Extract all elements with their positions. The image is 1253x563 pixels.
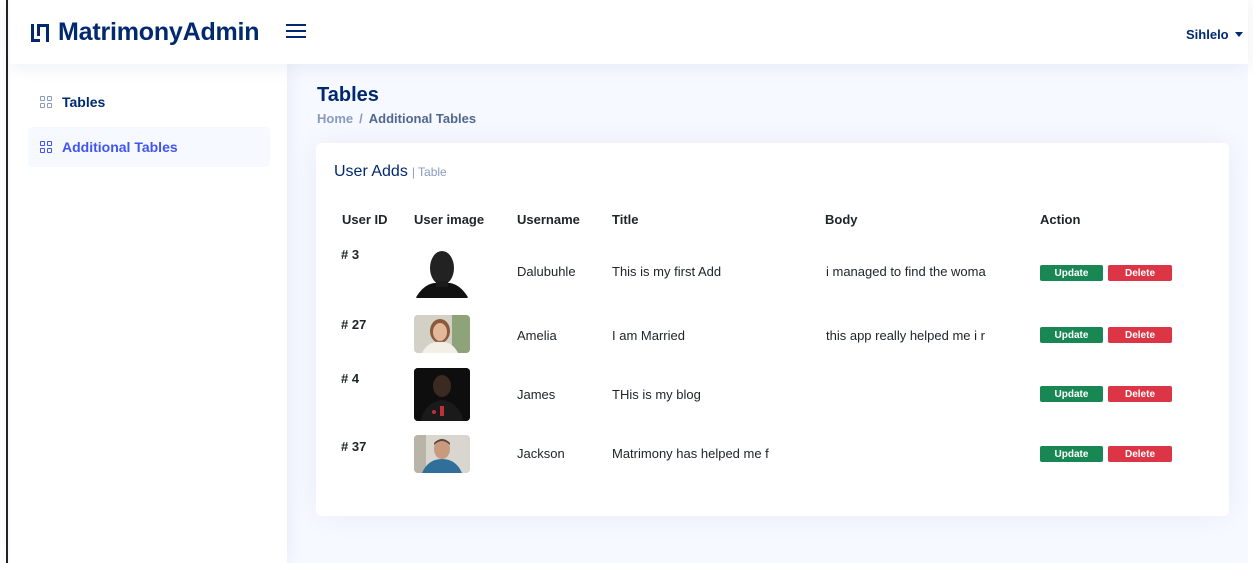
column-header-action: Action xyxy=(1040,212,1081,227)
username-cell: Jackson xyxy=(517,446,565,461)
window-edge-right xyxy=(1248,0,1253,563)
user-photo-icon xyxy=(414,245,470,298)
update-button[interactable]: Update xyxy=(1040,446,1103,462)
page-title: Tables xyxy=(317,84,379,106)
grid-icon xyxy=(40,96,52,108)
title-cell: This is my first Add xyxy=(612,264,722,279)
breadcrumb-current: Additional Tables xyxy=(368,111,477,126)
user-adds-card: User Adds | Table User ID User image Use… xyxy=(316,143,1229,516)
sidebar-item-additional-tables[interactable]: Additional Tables xyxy=(28,127,270,167)
delete-button[interactable]: Delete xyxy=(1108,386,1172,402)
column-header-body: Body xyxy=(825,212,858,227)
caret-down-icon xyxy=(1234,32,1243,37)
logo-text: MatrimonyAdmin xyxy=(58,18,260,46)
user-photo-icon xyxy=(414,315,470,353)
breadcrumb-home[interactable]: Home xyxy=(317,111,353,126)
column-header-title: Title xyxy=(612,212,639,227)
column-header-username: Username xyxy=(517,212,580,227)
column-header-user-id: User ID xyxy=(342,212,388,227)
username-cell: James xyxy=(517,387,556,402)
card-title: User Adds | Table xyxy=(334,163,447,181)
update-button[interactable]: Update xyxy=(1040,327,1103,343)
breadcrumb: Home / Additional Tables xyxy=(317,111,476,126)
delete-button[interactable]: Delete xyxy=(1108,446,1172,462)
sidebar-item-label: Tables xyxy=(62,94,106,110)
title-cell: THis is my blog xyxy=(612,387,701,402)
body-cell: i managed to find the woma xyxy=(826,264,986,279)
update-button[interactable]: Update xyxy=(1040,386,1103,402)
title-cell: I am Married xyxy=(612,328,685,343)
logo[interactable]: MatrimonyAdmin xyxy=(28,18,260,47)
body-cell: this app really helped me i r xyxy=(826,328,985,343)
user-photo-icon xyxy=(414,368,470,421)
logo-icon xyxy=(28,21,52,45)
user-id-cell: # 37 xyxy=(341,439,367,454)
sidebar-item-label: Additional Tables xyxy=(62,139,178,155)
user-photo-icon xyxy=(414,435,470,473)
main-content: Tables Home / Additional Tables User Add… xyxy=(287,64,1248,563)
window-edge xyxy=(0,0,8,563)
sidebar: Tables Additional Tables xyxy=(10,64,287,563)
column-header-user-image: User image xyxy=(414,212,485,227)
grid-icon xyxy=(40,141,52,153)
sidebar-item-tables[interactable]: Tables xyxy=(28,82,270,122)
username-cell: Dalubuhle xyxy=(517,264,576,279)
title-cell: Matrimony has helped me f xyxy=(612,446,769,461)
user-id-cell: # 3 xyxy=(341,247,360,262)
menu-toggle-icon[interactable] xyxy=(286,22,308,40)
user-id-cell: # 4 xyxy=(341,371,360,386)
user-name: Sihlelo xyxy=(1186,27,1229,42)
username-cell: Amelia xyxy=(517,328,557,343)
card-title-main: User Adds xyxy=(334,163,408,180)
breadcrumb-separator: / xyxy=(359,111,363,126)
user-menu-dropdown[interactable]: Sihlelo xyxy=(1186,27,1243,42)
delete-button[interactable]: Delete xyxy=(1108,327,1172,343)
top-header: MatrimonyAdmin Sihlelo xyxy=(10,0,1248,64)
delete-button[interactable]: Delete xyxy=(1108,265,1172,281)
user-id-cell: # 27 xyxy=(341,317,367,332)
update-button[interactable]: Update xyxy=(1040,265,1103,281)
card-title-sub: | Table xyxy=(411,165,447,179)
